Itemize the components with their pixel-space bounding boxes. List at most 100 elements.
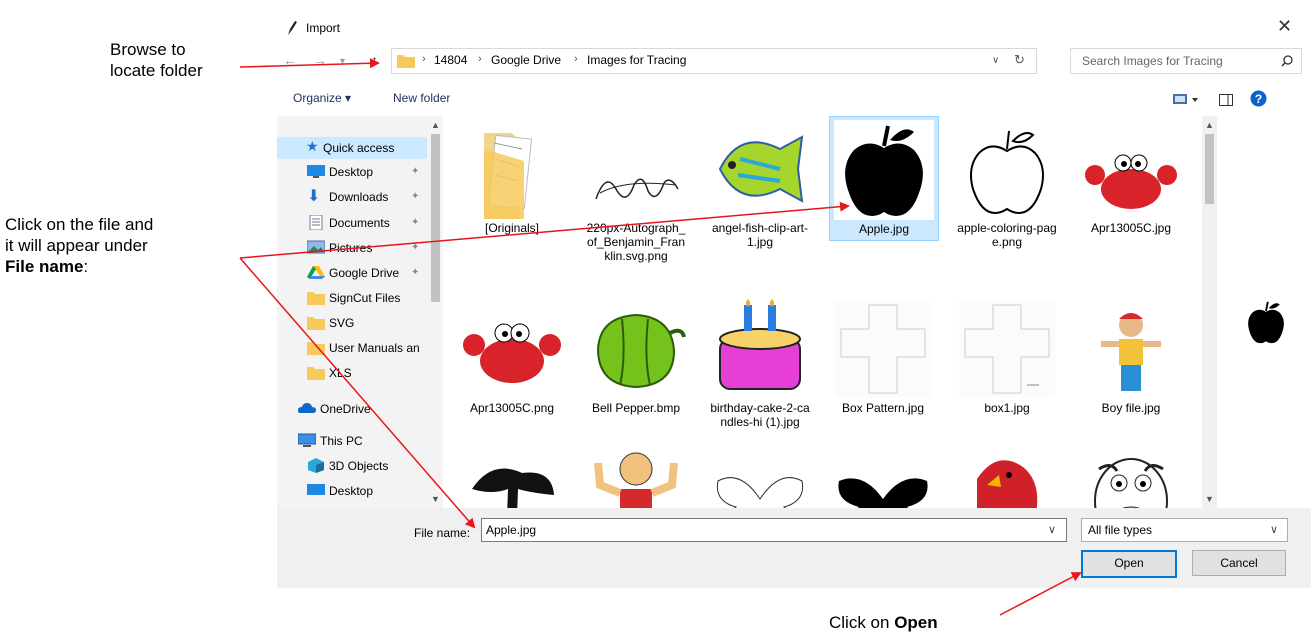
- file-tile-box1[interactable]: box1.jpg: [953, 296, 1061, 419]
- crab-image: [1085, 154, 1177, 209]
- desktop-icon: [307, 165, 325, 178]
- search-input[interactable]: Search Images for Tracing: [1082, 54, 1223, 68]
- annotation-browse-line2: locate folder: [110, 61, 203, 80]
- file-tile-apple-coloring[interactable]: apple-coloring-page.png: [953, 116, 1061, 253]
- pin-icon: ✦: [411, 166, 420, 177]
- folder-icon: [307, 367, 325, 380]
- box-pattern-thumbnail: [833, 299, 933, 399]
- chevron-right-icon: ›: [422, 53, 426, 65]
- apple-preview-image: [1248, 301, 1284, 344]
- view-options-icon[interactable]: [1173, 93, 1199, 107]
- file-tile-box-pattern[interactable]: Box Pattern.jpg: [829, 296, 937, 419]
- signature-image: [590, 169, 682, 209]
- recent-locations-icon[interactable]: ▾: [340, 56, 345, 67]
- pin-icon: ✦: [411, 191, 420, 202]
- folder-icon: [484, 133, 533, 237]
- folder-thumbnail: [462, 119, 562, 237]
- navigation-pane[interactable]: ★ Quick access Desktop ✦ ⬇ Downloads ✦ D…: [277, 116, 443, 508]
- annotation-click-file: Click on the file and it will appear und…: [5, 214, 153, 277]
- file-name-input[interactable]: Apple.jpg ∨: [481, 518, 1067, 542]
- butterfly-black-thumbnail: [833, 449, 933, 508]
- organize-menu[interactable]: Organize ▾: [293, 91, 351, 105]
- annotation-colon: :: [83, 257, 89, 276]
- fish-thumbnail: [710, 119, 810, 219]
- file-tile-franklin-autograph[interactable]: 220px-Autograph_of_Benjamin_Franklin.svg…: [582, 116, 690, 267]
- forward-arrow-icon[interactable]: →: [313, 52, 327, 68]
- tree-thumbnail: [462, 449, 562, 508]
- file-tile-apple-selected[interactable]: Apple.jpg: [829, 116, 939, 241]
- file-tile-boy-file[interactable]: Boy file.jpg: [1077, 296, 1185, 419]
- file-tile-butterfly-outline[interactable]: [706, 446, 814, 508]
- file-tile-boy-flex[interactable]: [582, 446, 690, 508]
- apple-outline-image: [970, 130, 1044, 215]
- scroll-up-icon[interactable]: ▲: [1205, 120, 1214, 130]
- preview-pane-icon[interactable]: [1219, 94, 1233, 106]
- refresh-icon[interactable]: ↻: [1014, 52, 1025, 68]
- file-tile-bell-pepper[interactable]: Bell Pepper.bmp: [582, 296, 690, 419]
- breadcrumb-14804[interactable]: 14804: [434, 53, 467, 67]
- chevron-down-icon[interactable]: ∨: [1048, 523, 1056, 536]
- file-scroll-thumb[interactable]: [1205, 134, 1214, 204]
- nav-label: Desktop: [329, 165, 374, 179]
- file-name: Apr13005C.jpg: [1090, 221, 1172, 235]
- svg-text:?: ?: [1255, 92, 1262, 106]
- pen-icon: [288, 21, 297, 35]
- breadcrumb-images-for-tracing[interactable]: Images for Tracing: [587, 53, 686, 67]
- search-box[interactable]: Search Images for Tracing: [1070, 48, 1302, 74]
- scroll-up-icon[interactable]: ▲: [431, 120, 440, 130]
- nav-item-quick-access[interactable]: ★ Quick access: [277, 137, 427, 159]
- file-tile-originals[interactable]: [Originals]: [458, 116, 566, 239]
- close-button[interactable]: ✕: [1277, 16, 1292, 37]
- up-arrow-icon[interactable]: ↑: [371, 52, 378, 68]
- scroll-down-icon[interactable]: ▼: [431, 494, 440, 504]
- breadcrumb-google-drive[interactable]: Google Drive: [491, 53, 561, 67]
- file-tile-apr13005c-jpg[interactable]: Apr13005C.jpg: [1077, 116, 1185, 239]
- annotation-click-line2: it will appear under: [5, 236, 148, 255]
- file-tile-birthday-cake[interactable]: birthday-cake-2-candles-hi (1).jpg: [706, 296, 814, 433]
- apple-outline-thumbnail: [957, 119, 1057, 219]
- annotation-open-prefix: Click on: [829, 613, 895, 632]
- apple-thumbnail: [834, 120, 934, 220]
- cancel-button[interactable]: Cancel: [1192, 550, 1286, 576]
- address-bar[interactable]: › 14804 › Google Drive › Images for Trac…: [391, 48, 1037, 74]
- file-name: Apple.jpg: [858, 222, 910, 236]
- folder-icon: [307, 317, 325, 330]
- pepper-image: [596, 313, 686, 389]
- pin-icon: ✦: [411, 267, 420, 278]
- nav-label: 3D Objects: [329, 459, 389, 473]
- preview-pane: [1218, 116, 1311, 508]
- navigation-bar: ← → ▾ ↑ › 14804 › Google Drive › Images …: [277, 48, 1311, 76]
- cow-thumbnail: [1081, 449, 1181, 508]
- file-type-select[interactable]: All file types ∨: [1081, 518, 1288, 542]
- annotation-click-line1: Click on the file and: [5, 215, 154, 234]
- pictures-icon: [307, 240, 325, 254]
- file-tile-butterfly-black[interactable]: [829, 446, 937, 508]
- nav-label: SVG: [329, 316, 355, 330]
- cardinal-image: [977, 460, 1038, 508]
- bottom-bar: File name: Apple.jpg ∨ All file types ∨ …: [277, 508, 1311, 588]
- file-tile-tree[interactable]: [458, 446, 566, 508]
- file-name-value[interactable]: Apple.jpg: [486, 523, 536, 537]
- chevron-down-icon[interactable]: ∨: [992, 55, 999, 66]
- desktop-icon: [307, 484, 325, 495]
- nav-scrollbar[interactable]: ▲ ▼: [428, 116, 443, 508]
- file-name: Apr13005C.png: [469, 401, 555, 415]
- help-icon[interactable]: ?: [1250, 90, 1267, 107]
- file-name: box1.jpg: [984, 401, 1030, 415]
- scroll-down-icon[interactable]: ▼: [1205, 494, 1214, 504]
- google-drive-icon: [307, 266, 325, 279]
- box-pattern-image: [835, 301, 931, 397]
- back-arrow-icon[interactable]: ←: [283, 52, 297, 68]
- new-folder-button[interactable]: New folder: [393, 91, 450, 105]
- file-name: birthday-cake-2-candles-hi (1).jpg: [710, 401, 810, 429]
- onedrive-icon: [298, 403, 316, 413]
- file-tile-cardinal[interactable]: [953, 446, 1061, 508]
- file-name: Bell Pepper.bmp: [591, 401, 681, 415]
- file-tile-cow[interactable]: [1077, 446, 1185, 508]
- open-button[interactable]: Open: [1081, 550, 1177, 578]
- file-tile-angel-fish[interactable]: angel-fish-clip-art-1.jpg: [706, 116, 814, 253]
- nav-label: XLS: [329, 366, 352, 380]
- nav-scroll-thumb[interactable]: [431, 134, 440, 302]
- file-tile-apr13005c-png[interactable]: Apr13005C.png: [458, 296, 566, 419]
- file-grid-scrollbar[interactable]: ▲ ▼: [1202, 116, 1217, 508]
